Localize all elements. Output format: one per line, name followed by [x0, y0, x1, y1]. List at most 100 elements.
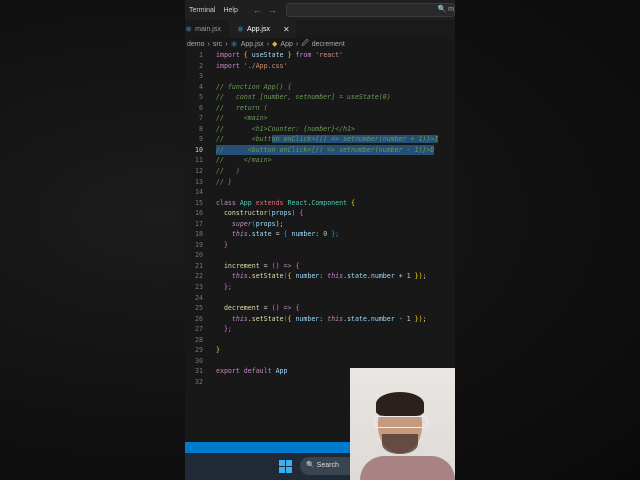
line-number: 11 [195, 156, 203, 165]
close-icon[interactable]: ✕ [283, 25, 290, 34]
code-token: props [255, 219, 276, 228]
code-line[interactable]: 17 super(props); [185, 219, 455, 230]
code-line[interactable]: 19 } [185, 240, 455, 251]
code-line[interactable]: 7 // <main> [185, 113, 455, 124]
code-line[interactable]: 11 // </main> [185, 155, 455, 166]
code-token: = [259, 304, 272, 313]
code-token: .state.number [343, 272, 395, 281]
chevron-right-icon: › [207, 40, 210, 48]
code-token: () [271, 304, 284, 313]
line-number: 13 [195, 177, 203, 186]
code-line[interactable]: 20 [185, 250, 455, 261]
code-editor[interactable]: 1 import { useState } from 'react' 2 import… [185, 50, 455, 388]
code-token: // } [216, 177, 232, 186]
code-line[interactable]: 1 import { useState } from 'react' [185, 50, 455, 61]
code-line[interactable]: 2 import './App.css' [185, 61, 455, 72]
code-token: // <button onClick={() => setnumber(numb… [216, 135, 439, 144]
code-line[interactable]: 30 [185, 356, 455, 367]
code-line[interactable]: 6 // return ( [185, 103, 455, 114]
code-token: ); [275, 219, 284, 228]
line-number: 32 [195, 377, 203, 386]
command-search-box[interactable]: 🔍 m [285, 3, 455, 17]
code-token: number [295, 272, 320, 281]
line-number: 1 [199, 51, 203, 59]
menu-terminal[interactable]: Terminal [185, 7, 219, 14]
line-number: 4 [199, 82, 203, 91]
line-number: 17 [195, 219, 203, 228]
search-icon: 🔍 [306, 462, 315, 469]
code-token: this [216, 314, 248, 323]
line-number: 6 [199, 103, 203, 112]
code-line[interactable]: 26 this.setState({ number: this.state.nu… [185, 314, 455, 325]
code-token: .state [247, 230, 272, 239]
method-icon: 🖉 [301, 39, 309, 47]
tab-label: App.jsx [247, 25, 270, 33]
code-line[interactable]: 8 // <h1>Counter: {number}</h1> [185, 124, 455, 135]
chevron-right-icon: › [295, 40, 299, 48]
crumb-class[interactable]: App [280, 41, 292, 48]
code-token: import [216, 61, 240, 70]
tab-app-jsx[interactable]: ⚛ App.jsx ✕ [228, 20, 296, 38]
code-token: 'react' [311, 51, 344, 59]
code-token: { [347, 198, 356, 207]
line-number: 9 [199, 135, 203, 144]
code-token: Component [311, 198, 348, 207]
code-token: class [216, 198, 240, 207]
code-token: }) [410, 272, 423, 281]
crumb-method[interactable]: decrement [312, 41, 345, 48]
code-line[interactable]: 4 // function App() { [185, 82, 455, 93]
react-icon: ⚛ [185, 24, 193, 34]
code-line[interactable]: 5 // const [number, setnumber] = useState… [185, 92, 455, 103]
code-line[interactable]: 24 [185, 293, 455, 304]
code-line[interactable]: 25 decrement = () => { [185, 303, 455, 314]
breadcrumb: demo › src › ⚛ App.jsx › ◆ App › 🖉 decrement [185, 38, 455, 50]
code-line[interactable]: 28 [185, 335, 455, 346]
code-line[interactable]: 3 [185, 71, 455, 82]
code-line[interactable]: 29} [185, 345, 455, 356]
code-line[interactable]: 14 [185, 187, 455, 198]
menu-help[interactable]: Help [219, 7, 241, 14]
code-line[interactable]: 12 // ) [185, 166, 455, 177]
code-token: decrement [216, 304, 260, 313]
line-number: 16 [195, 209, 203, 218]
code-line[interactable]: 16 constructor(props) { [185, 208, 455, 219]
code-line[interactable]: 13 // } [185, 177, 455, 188]
crumb-src[interactable]: src [213, 41, 222, 48]
react-icon: ⚛ [230, 39, 238, 49]
code-line[interactable]: 27 }; [185, 324, 455, 335]
code-line[interactable]: 10 // <button onClick={() => setnumber(nu… [185, 144, 455, 156]
taskbar-search-label: Search [316, 462, 339, 469]
tab-main-jsx[interactable]: ⚛ main.jsx [185, 20, 229, 38]
line-number: 15 [195, 198, 203, 207]
code-line[interactable]: 18 this.state = { number: 0 }; [185, 229, 455, 240]
code-token: } [216, 346, 220, 355]
line-number: 21 [195, 261, 203, 270]
line-number: 22 [195, 272, 203, 281]
code-line[interactable]: 22 this.setState({ number: this.state.nu… [185, 271, 455, 282]
code-token: // const [number, setnumber] = useState(… [216, 93, 391, 102]
code-token: // <main> [216, 114, 268, 123]
code-token: } [283, 51, 296, 59]
code-token: { [295, 261, 300, 270]
line-number: 25 [195, 304, 203, 313]
code-token: ; [422, 272, 427, 281]
forward-arrow-icon[interactable]: → [265, 5, 280, 15]
line-number: 7 [199, 114, 203, 123]
code-line[interactable]: 21 increment = () => { [185, 261, 455, 272]
line-number: 29 [195, 346, 203, 355]
code-line[interactable]: 15 class App extends React.Component { [185, 198, 455, 209]
code-line[interactable]: 23 }; [185, 282, 455, 293]
crumb-demo[interactable]: demo [187, 41, 205, 48]
person-beard [382, 434, 418, 454]
crumb-file[interactable]: App.jsx [241, 41, 264, 48]
code-token: export [216, 367, 244, 376]
back-arrow-icon[interactable]: ← [250, 5, 265, 15]
code-token: { [299, 209, 304, 218]
windows-start-icon[interactable] [279, 460, 292, 473]
chevron-right-icon: › [225, 40, 228, 48]
code-line[interactable]: 9 // <button onClick={() => setnumber(num… [185, 134, 455, 145]
code-token: { [295, 304, 300, 313]
code-token: }; [216, 325, 232, 334]
person-glasses [374, 416, 428, 428]
code-token: // function App() { [216, 82, 292, 91]
